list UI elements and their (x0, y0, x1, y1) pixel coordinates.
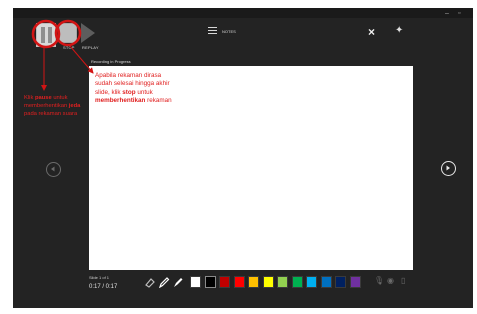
annotation-overlay (31, 19, 94, 91)
stop-arrow (69, 45, 94, 74)
